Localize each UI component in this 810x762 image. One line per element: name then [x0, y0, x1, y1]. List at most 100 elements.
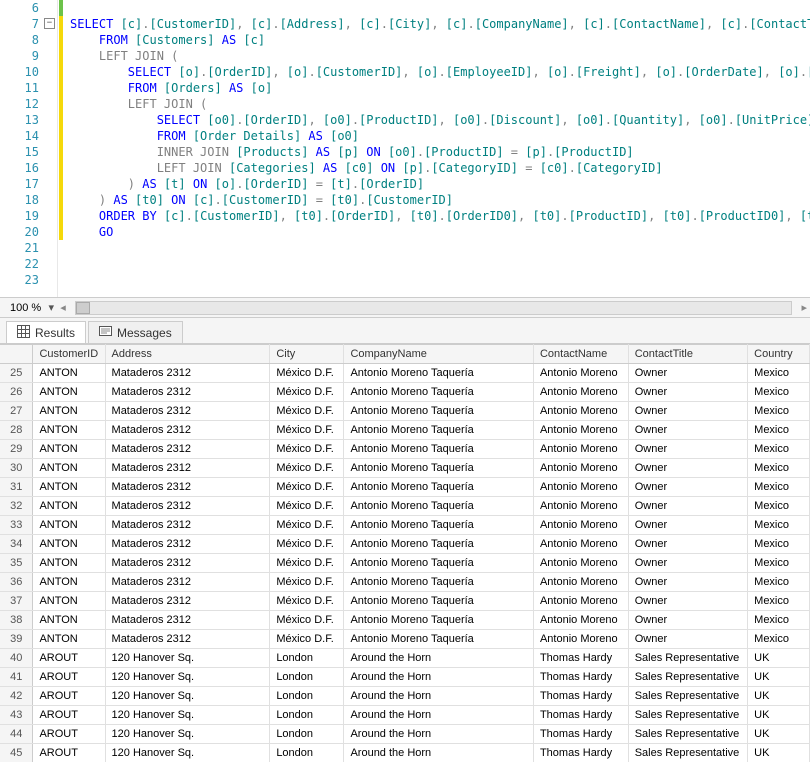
cell[interactable]: Sales Representative [628, 668, 747, 687]
cell[interactable]: Antonio Moreno [533, 402, 628, 421]
cell[interactable]: México D.F. [270, 573, 344, 592]
cell[interactable]: 120 Hanover Sq. [105, 725, 270, 744]
column-header[interactable]: CompanyName [344, 345, 534, 364]
cell[interactable]: UK [748, 706, 810, 725]
cell[interactable]: Sales Representative [628, 687, 747, 706]
cell[interactable]: Owner [628, 383, 747, 402]
cell[interactable]: Antonio Moreno [533, 573, 628, 592]
cell[interactable]: Mexico [748, 630, 810, 649]
cell[interactable]: Sales Representative [628, 744, 747, 762]
row-number[interactable]: 45 [0, 744, 33, 762]
cell[interactable]: Antonio Moreno [533, 592, 628, 611]
cell[interactable]: Antonio Moreno Taquería [344, 402, 534, 421]
code-line[interactable] [70, 256, 810, 272]
column-header[interactable]: City [270, 345, 344, 364]
cell[interactable]: México D.F. [270, 383, 344, 402]
cell[interactable]: ANTON [33, 440, 105, 459]
cell[interactable]: Antonio Moreno [533, 459, 628, 478]
cell[interactable]: Mataderos 2312 [105, 383, 270, 402]
cell[interactable]: Thomas Hardy [533, 668, 628, 687]
cell[interactable]: Antonio Moreno Taquería [344, 592, 534, 611]
cell[interactable]: México D.F. [270, 440, 344, 459]
cell[interactable]: Mexico [748, 364, 810, 383]
code-line[interactable]: ORDER BY [c].[CustomerID], [t0].[OrderID… [70, 208, 810, 224]
cell[interactable]: Antonio Moreno Taquería [344, 611, 534, 630]
cell[interactable]: London [270, 744, 344, 762]
cell[interactable]: Antonio Moreno Taquería [344, 497, 534, 516]
cell[interactable]: Mexico [748, 535, 810, 554]
cell[interactable]: Mexico [748, 440, 810, 459]
code-line[interactable]: INNER JOIN [Products] AS [p] ON [o0].[Pr… [70, 144, 810, 160]
row-number[interactable]: 33 [0, 516, 33, 535]
column-header[interactable]: ContactTitle [628, 345, 747, 364]
cell[interactable]: Mexico [748, 592, 810, 611]
cell[interactable]: México D.F. [270, 554, 344, 573]
cell[interactable]: Sales Representative [628, 649, 747, 668]
cell[interactable]: Antonio Moreno [533, 630, 628, 649]
table-row[interactable]: 27ANTONMataderos 2312México D.F.Antonio … [0, 402, 810, 421]
cell[interactable]: ANTON [33, 516, 105, 535]
table-row[interactable]: 45AROUT120 Hanover Sq.LondonAround the H… [0, 744, 810, 762]
cell[interactable]: London [270, 687, 344, 706]
cell[interactable]: Owner [628, 497, 747, 516]
cell[interactable]: London [270, 649, 344, 668]
cell[interactable]: Owner [628, 402, 747, 421]
cell[interactable]: México D.F. [270, 592, 344, 611]
cell[interactable]: Antonio Moreno [533, 421, 628, 440]
row-number[interactable]: 37 [0, 592, 33, 611]
table-row[interactable]: 30ANTONMataderos 2312México D.F.Antonio … [0, 459, 810, 478]
row-number[interactable]: 42 [0, 687, 33, 706]
cell[interactable]: Owner [628, 516, 747, 535]
table-row[interactable]: 33ANTONMataderos 2312México D.F.Antonio … [0, 516, 810, 535]
table-row[interactable]: 29ANTONMataderos 2312México D.F.Antonio … [0, 440, 810, 459]
row-number[interactable]: 34 [0, 535, 33, 554]
cell[interactable]: ANTON [33, 421, 105, 440]
cell[interactable]: Around the Horn [344, 725, 534, 744]
cell[interactable]: México D.F. [270, 535, 344, 554]
cell[interactable]: México D.F. [270, 516, 344, 535]
cell[interactable]: 120 Hanover Sq. [105, 706, 270, 725]
cell[interactable]: Antonio Moreno [533, 535, 628, 554]
cell[interactable]: Antonio Moreno Taquería [344, 516, 534, 535]
row-number[interactable]: 44 [0, 725, 33, 744]
cell[interactable]: Mexico [748, 421, 810, 440]
code-line[interactable]: LEFT JOIN ( [70, 96, 810, 112]
cell[interactable]: Owner [628, 478, 747, 497]
cell[interactable]: Mexico [748, 611, 810, 630]
cell[interactable]: Antonio Moreno [533, 478, 628, 497]
table-row[interactable]: 41AROUT120 Hanover Sq.LondonAround the H… [0, 668, 810, 687]
table-row[interactable]: 40AROUT120 Hanover Sq.LondonAround the H… [0, 649, 810, 668]
cell[interactable]: Mataderos 2312 [105, 364, 270, 383]
table-row[interactable]: 35ANTONMataderos 2312México D.F.Antonio … [0, 554, 810, 573]
cell[interactable]: 120 Hanover Sq. [105, 649, 270, 668]
cell[interactable]: ANTON [33, 478, 105, 497]
table-row[interactable]: 37ANTONMataderos 2312México D.F.Antonio … [0, 592, 810, 611]
cell[interactable]: Around the Horn [344, 706, 534, 725]
zoom-level[interactable]: 100 % [0, 302, 45, 314]
cell[interactable]: ANTON [33, 402, 105, 421]
cell[interactable]: Antonio Moreno Taquería [344, 440, 534, 459]
cell[interactable]: México D.F. [270, 402, 344, 421]
cell[interactable]: Mataderos 2312 [105, 611, 270, 630]
code-line[interactable]: SELECT [o].[OrderID], [o].[CustomerID], … [70, 64, 810, 80]
cell[interactable]: Thomas Hardy [533, 687, 628, 706]
cell[interactable]: Owner [628, 554, 747, 573]
cell[interactable]: Thomas Hardy [533, 706, 628, 725]
cell[interactable]: Mexico [748, 573, 810, 592]
cell[interactable]: Thomas Hardy [533, 649, 628, 668]
cell[interactable]: Mexico [748, 554, 810, 573]
column-header[interactable]: ContactName [533, 345, 628, 364]
cell[interactable]: Antonio Moreno Taquería [344, 535, 534, 554]
cell[interactable]: ANTON [33, 364, 105, 383]
cell[interactable]: ANTON [33, 630, 105, 649]
cell[interactable]: Antonio Moreno [533, 516, 628, 535]
tab-results[interactable]: Results [6, 321, 86, 343]
column-header[interactable]: CustomerID [33, 345, 105, 364]
cell[interactable]: México D.F. [270, 364, 344, 383]
code-line[interactable]: FROM [Customers] AS [c] [70, 32, 810, 48]
code-line[interactable] [70, 240, 810, 256]
cell[interactable]: ANTON [33, 611, 105, 630]
table-row[interactable]: 36ANTONMataderos 2312México D.F.Antonio … [0, 573, 810, 592]
cell[interactable]: ANTON [33, 383, 105, 402]
cell[interactable]: Owner [628, 535, 747, 554]
